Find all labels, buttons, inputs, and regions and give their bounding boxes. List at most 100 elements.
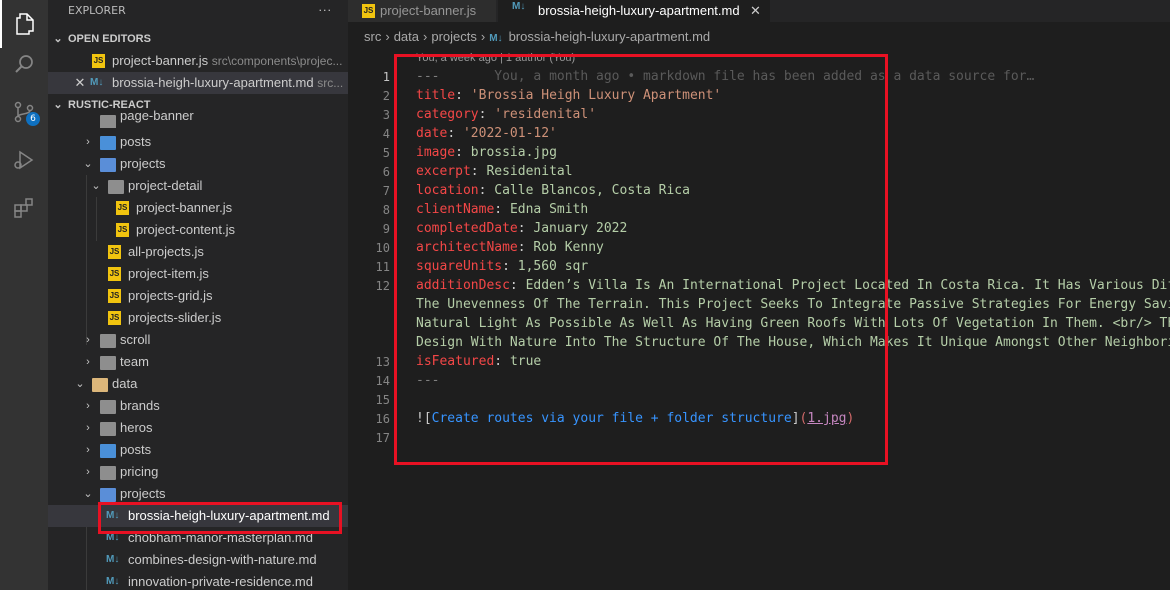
activity-bar: 6 xyxy=(0,0,48,590)
tree-file[interactable]: JS all-projects.js xyxy=(48,241,348,263)
folder-icon xyxy=(100,158,116,172)
line-number: 12 xyxy=(375,279,390,293)
line-number: 7 xyxy=(382,184,390,198)
tree-folder[interactable]: › posts xyxy=(48,439,348,461)
chevron-down-icon: ⌄ xyxy=(53,33,63,45)
chevron-right-icon: › xyxy=(86,444,90,456)
js-file-icon: JS xyxy=(108,311,121,325)
breadcrumb-item[interactable]: projects xyxy=(431,29,477,44)
markdown-file-icon: M↓ xyxy=(106,576,120,587)
chevron-right-icon: › xyxy=(86,422,90,434)
tree-file[interactable]: M↓ innovation-private-residence.md xyxy=(48,571,348,590)
tab-label: project-banner.js xyxy=(380,3,477,18)
folder-icon xyxy=(108,180,124,194)
tree-folder[interactable]: › team xyxy=(48,351,348,373)
markdown-file-icon: M↓ xyxy=(512,1,526,12)
code-editor[interactable]: You, a week ago | 1 author (You) 1 2 3 4… xyxy=(348,50,1170,590)
more-actions-icon[interactable]: ··· xyxy=(319,0,333,22)
tree-file[interactable]: JS project-banner.js xyxy=(48,197,348,219)
line-number: 8 xyxy=(382,203,390,217)
chevron-down-icon: ⌄ xyxy=(75,378,85,390)
tree-file[interactable]: JS project-content.js xyxy=(48,219,348,241)
folder-icon xyxy=(100,136,116,150)
tree-file[interactable]: M↓ combines-design-with-nature.md xyxy=(48,549,348,571)
explorer-title: EXPLORER xyxy=(68,4,126,17)
js-file-icon: JS xyxy=(116,223,129,237)
line-number: 15 xyxy=(375,393,390,407)
tree-folder[interactable]: ⌄ project-detail xyxy=(48,175,348,197)
markdown-file-icon: M↓ xyxy=(489,33,503,44)
breadcrumb: src › data › projects › M↓ brossia-heigh-luxury… xyxy=(364,29,711,44)
line-number: 1 xyxy=(382,70,390,84)
extensions-icon[interactable] xyxy=(0,184,48,232)
markdown-file-icon: M↓ xyxy=(90,77,104,88)
folder-icon xyxy=(100,466,116,480)
line-number: 6 xyxy=(382,165,390,179)
chevron-right-icon: › xyxy=(86,136,90,148)
tree-folder[interactable]: › brands xyxy=(48,395,348,417)
file-highlight-box xyxy=(98,502,342,534)
js-file-icon: JS xyxy=(108,245,121,259)
line-number: 4 xyxy=(382,127,390,141)
tree-file[interactable]: JS projects-slider.js xyxy=(48,307,348,329)
folder-icon xyxy=(100,115,116,128)
tree-folder[interactable]: ⌄ projects xyxy=(48,153,348,175)
chevron-down-icon: ⌄ xyxy=(83,158,93,170)
tree-folder[interactable]: › scroll xyxy=(48,329,348,351)
explorer-sidebar: EXPLORER ··· ⌄ OPEN EDITORS JS project-b… xyxy=(48,0,348,590)
line-number: 9 xyxy=(382,222,390,236)
line-number: 16 xyxy=(375,412,390,426)
line-number: 17 xyxy=(375,431,390,445)
breadcrumb-item[interactable]: data xyxy=(394,29,419,44)
folder-icon xyxy=(100,334,116,348)
explorer-header: EXPLORER ··· xyxy=(48,0,348,22)
tree-folder[interactable]: ⌄ data xyxy=(48,373,348,395)
tree-folder[interactable]: › posts xyxy=(48,131,348,153)
open-editors-label: OPEN EDITORS xyxy=(68,33,151,45)
line-number: 14 xyxy=(375,374,390,388)
tab-project-banner[interactable]: JS project-banner.js xyxy=(348,0,496,22)
line-number: 13 xyxy=(375,355,390,369)
run-debug-icon[interactable] xyxy=(0,136,48,184)
js-file-icon: JS xyxy=(92,54,105,68)
line-number: 2 xyxy=(382,89,390,103)
open-editor-name: project-banner.js xyxy=(112,53,209,68)
close-icon[interactable]: ✕ xyxy=(750,0,761,22)
js-file-icon: JS xyxy=(108,289,121,303)
js-file-icon: JS xyxy=(116,201,129,215)
tree-file[interactable]: JS projects-grid.js xyxy=(48,285,348,307)
tree-folder[interactable]: › heros xyxy=(48,417,348,439)
tab-brossia-md[interactable]: M↓ brossia-heigh-luxury-apartment.md ✕ xyxy=(498,0,770,22)
close-icon[interactable]: ✕ xyxy=(74,72,86,94)
chevron-right-icon: › xyxy=(86,334,90,346)
markdown-file-icon: M↓ xyxy=(106,554,120,565)
search-icon[interactable] xyxy=(0,40,48,88)
tree-folder[interactable]: page-banner xyxy=(48,110,348,128)
js-file-icon: JS xyxy=(362,4,375,18)
tab-label: brossia-heigh-luxury-apartment.md xyxy=(538,3,740,18)
js-file-icon: JS xyxy=(108,267,121,281)
source-control-icon[interactable]: 6 xyxy=(0,88,48,136)
chevron-right-icon: › xyxy=(86,466,90,478)
chevron-down-icon: ⌄ xyxy=(83,488,93,500)
line-number: 11 xyxy=(375,260,390,274)
open-editors-section[interactable]: ⌄ OPEN EDITORS xyxy=(48,28,348,50)
open-editor-item[interactable]: JS project-banner.js src\components\proj… xyxy=(48,50,348,72)
folder-icon xyxy=(100,444,116,458)
breadcrumb-item[interactable]: src xyxy=(364,29,381,44)
folder-icon xyxy=(92,378,108,392)
tree-file[interactable]: JS project-item.js xyxy=(48,263,348,285)
line-number: 5 xyxy=(382,146,390,160)
open-editor-path: src... xyxy=(317,76,344,90)
folder-icon xyxy=(100,356,116,370)
scm-badge: 6 xyxy=(26,112,40,126)
chevron-right-icon: › xyxy=(86,400,90,412)
open-editor-item-active[interactable]: ✕ M↓ brossia-heigh-luxury-apartment.md s… xyxy=(48,72,348,94)
folder-icon xyxy=(100,488,116,502)
code-highlight-box xyxy=(394,54,888,465)
tree-folder[interactable]: › pricing xyxy=(48,461,348,483)
chevron-right-icon: › xyxy=(86,356,90,368)
breadcrumb-item[interactable]: brossia-heigh-luxury-apartment.md xyxy=(509,29,711,44)
open-editor-path: src\components\projec... xyxy=(211,54,343,68)
folder-icon xyxy=(100,422,116,436)
